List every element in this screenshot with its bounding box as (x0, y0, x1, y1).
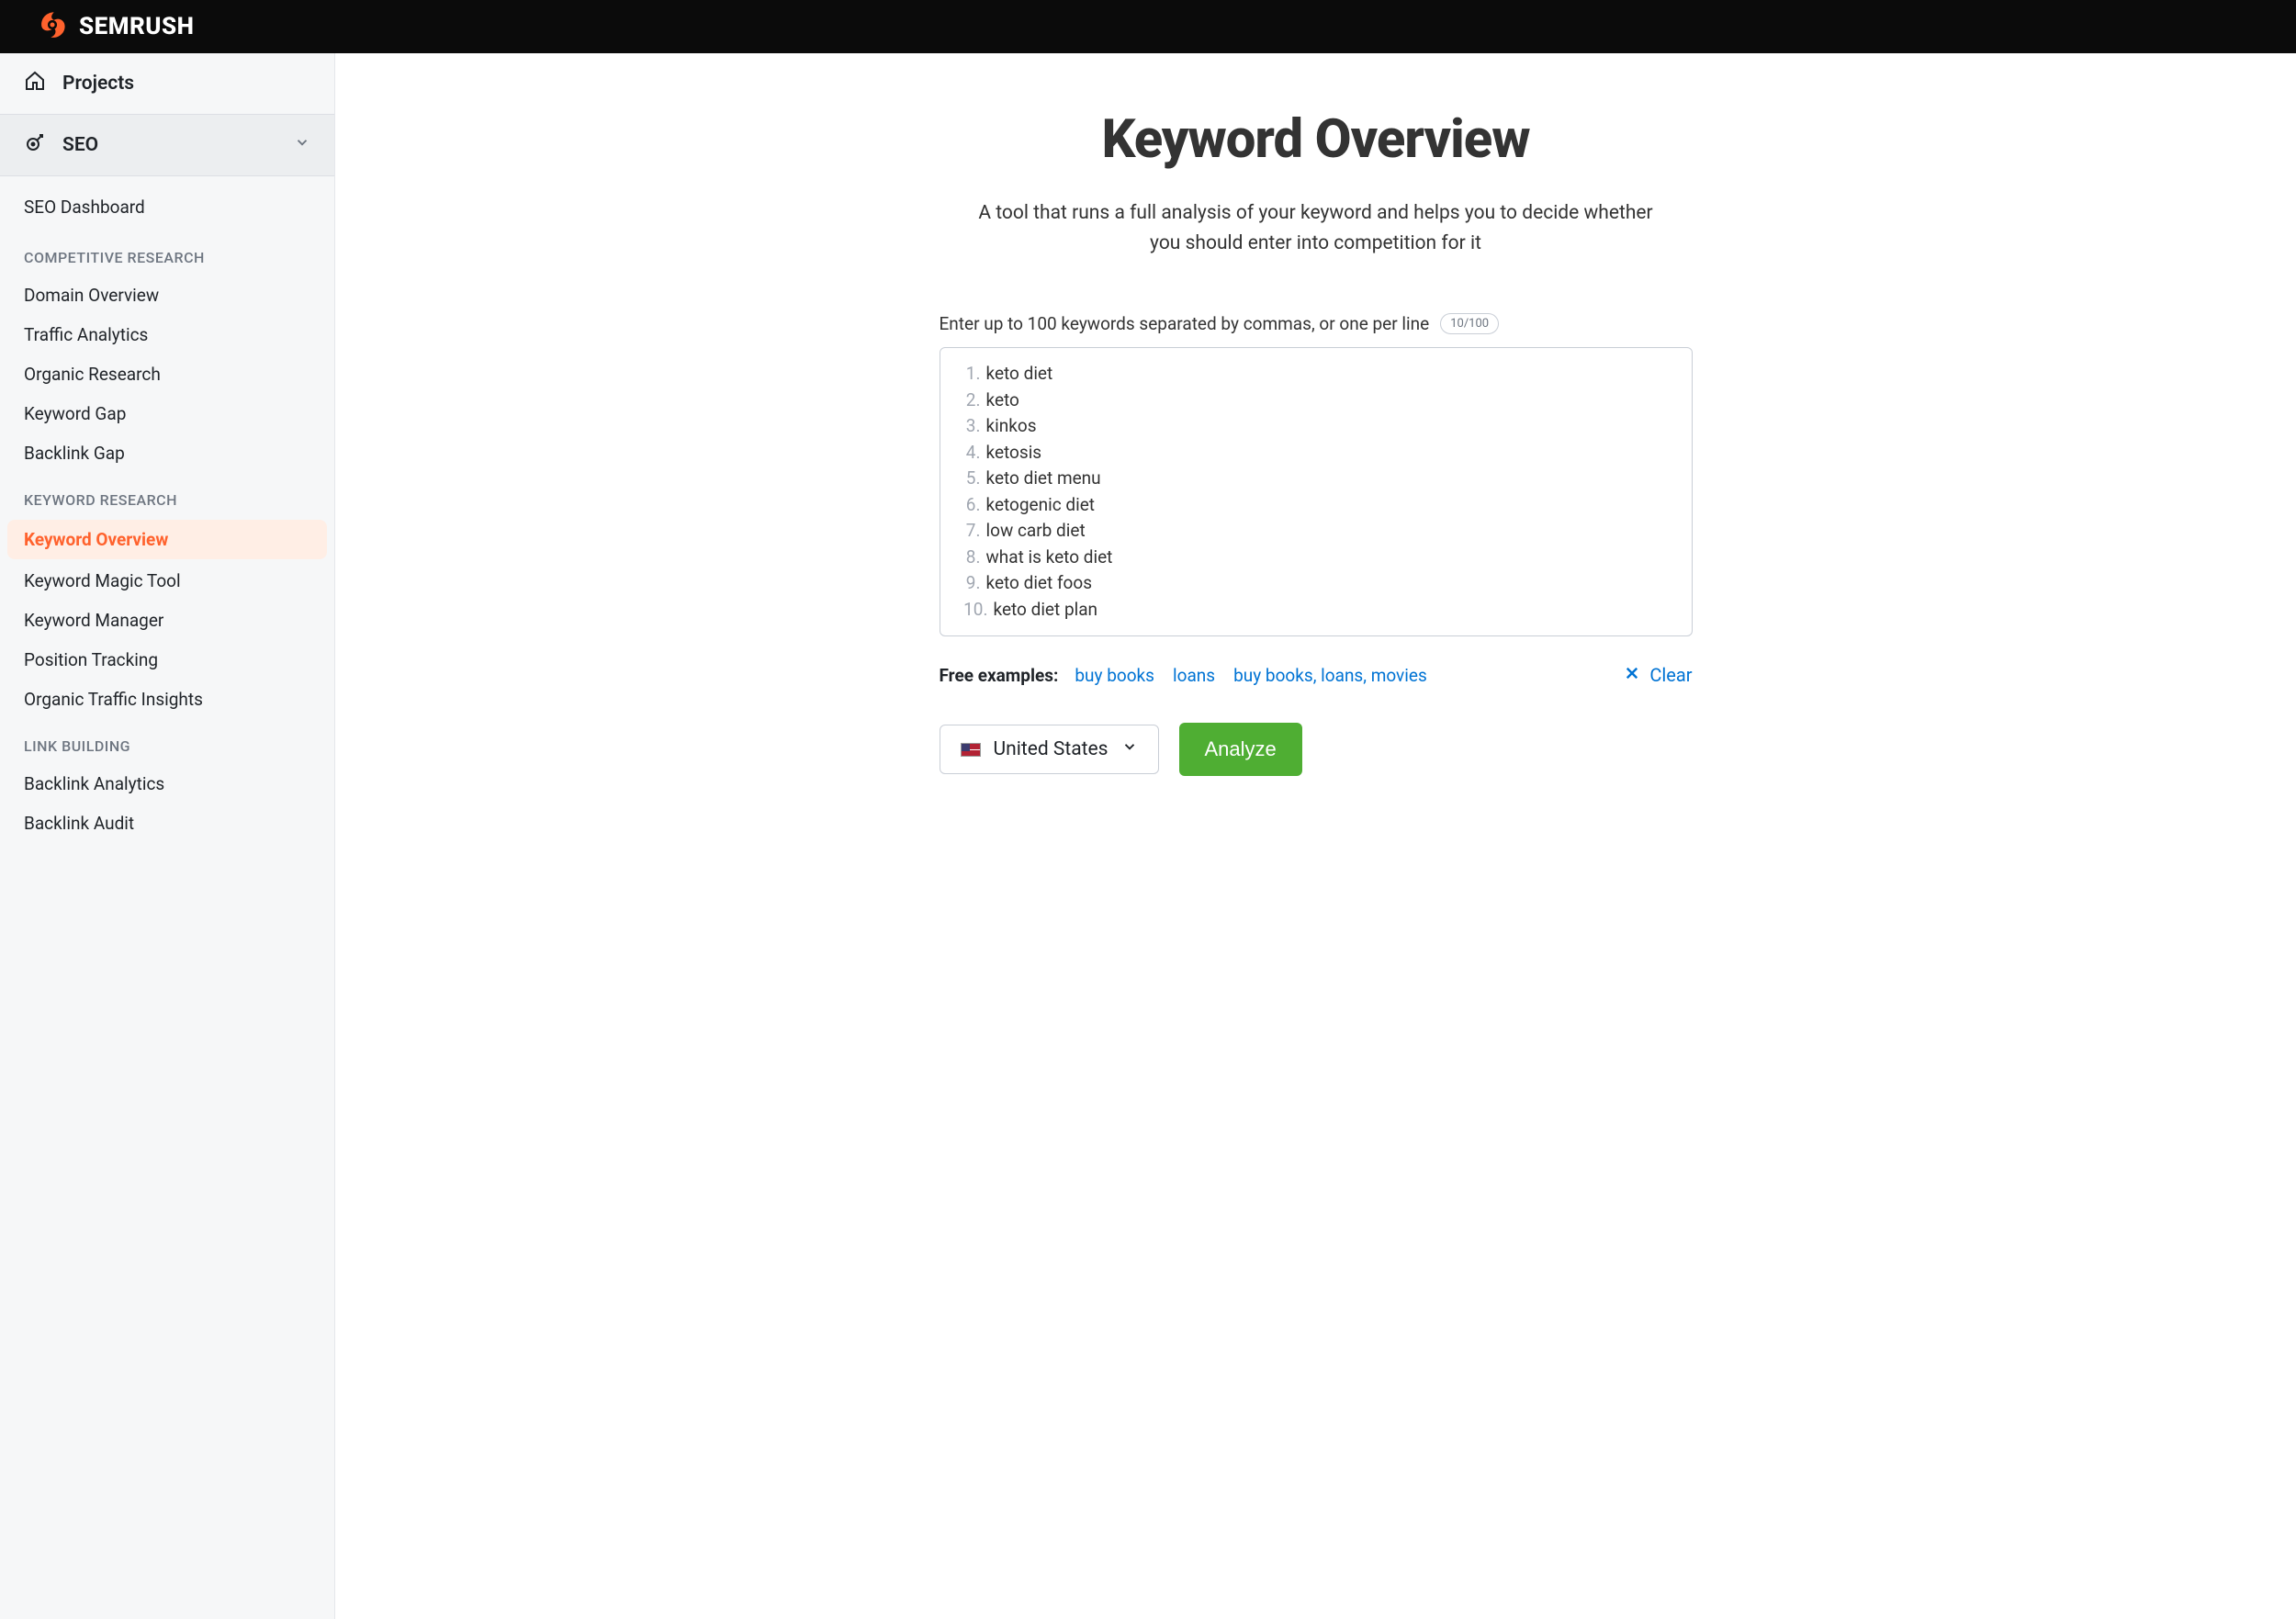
brand-name: SEMRUSH (79, 13, 194, 40)
sidebar-group-label: COMPETITIVE RESEARCH (0, 230, 334, 275)
country-label: United States (994, 738, 1109, 760)
country-select[interactable]: United States (940, 725, 1159, 774)
chevron-down-icon (294, 134, 310, 156)
flame-icon (37, 9, 68, 44)
keyword-line-number: 5. (957, 466, 981, 492)
page-title: Keyword Overview (940, 108, 1693, 171)
keyword-line-text: keto diet foos (986, 570, 1093, 597)
keyword-line: 4.ketosis (957, 440, 1675, 467)
example-link[interactable]: buy books (1075, 665, 1154, 686)
sidebar-item-position-tracking[interactable]: Position Tracking (0, 640, 334, 680)
keyword-line-number: 6. (957, 492, 981, 519)
sidebar-item-organic-traffic-insights[interactable]: Organic Traffic Insights (0, 680, 334, 719)
main-content: Keyword Overview A tool that runs a full… (335, 53, 2296, 1619)
sidebar-seo-label: SEO (62, 134, 98, 156)
sidebar-item-keyword-overview[interactable]: Keyword Overview (7, 520, 327, 559)
keyword-line-text: low carb diet (986, 518, 1086, 545)
sidebar-item-seo-dashboard[interactable]: SEO Dashboard (0, 176, 334, 230)
keyword-line-number: 8. (957, 545, 981, 571)
sidebar-item-backlink-audit[interactable]: Backlink Audit (0, 804, 334, 843)
us-flag-icon (961, 743, 981, 757)
brand-logo[interactable]: SEMRUSH (37, 9, 194, 44)
keyword-line: 2.keto (957, 388, 1675, 414)
keyword-line: 10.keto diet plan (957, 597, 1675, 624)
keyword-line-number: 9. (957, 570, 981, 597)
page-description: A tool that runs a full analysis of your… (967, 198, 1665, 258)
sidebar-item-backlink-gap[interactable]: Backlink Gap (0, 433, 334, 473)
keyword-line: 6.ketogenic diet (957, 492, 1675, 519)
keyword-line: 3.kinkos (957, 413, 1675, 440)
home-icon (24, 70, 46, 97)
sidebar-item-organic-research[interactable]: Organic Research (0, 354, 334, 394)
sidebar-projects-label: Projects (62, 73, 134, 95)
keyword-line-text: keto diet menu (986, 466, 1101, 492)
keyword-line-text: ketosis (986, 440, 1042, 467)
keyword-line-number: 1. (957, 361, 981, 388)
keyword-input-label: Enter up to 100 keywords separated by co… (940, 313, 1430, 334)
top-header: SEMRUSH (0, 0, 2296, 53)
target-icon (24, 131, 46, 159)
sidebar-item-projects[interactable]: Projects (0, 53, 334, 114)
sidebar-section-seo[interactable]: SEO (0, 114, 334, 176)
keyword-line: 5.keto diet menu (957, 466, 1675, 492)
sidebar-item-traffic-analytics[interactable]: Traffic Analytics (0, 315, 334, 354)
sidebar-item-keyword-gap[interactable]: Keyword Gap (0, 394, 334, 433)
keyword-line-text: keto diet plan (994, 597, 1098, 624)
keyword-line-text: keto (986, 388, 1019, 414)
keyword-line: 1.keto diet (957, 361, 1675, 388)
clear-button[interactable]: Clear (1624, 664, 1692, 686)
keyword-line: 9.keto diet foos (957, 570, 1675, 597)
examples-label: Free examples: (940, 665, 1059, 686)
sidebar-group-label: LINK BUILDING (0, 719, 334, 764)
keyword-line-number: 10. (957, 597, 988, 624)
keyword-input[interactable]: 1.keto diet2.keto3.kinkos4.ketosis5.keto… (940, 347, 1693, 636)
sidebar-item-backlink-analytics[interactable]: Backlink Analytics (0, 764, 334, 804)
sidebar-item-keyword-manager[interactable]: Keyword Manager (0, 601, 334, 640)
keyword-line-number: 4. (957, 440, 981, 467)
keyword-line-text: ketogenic diet (986, 492, 1096, 519)
keyword-line-text: what is keto diet (986, 545, 1113, 571)
sidebar-group-label: KEYWORD RESEARCH (0, 473, 334, 518)
keyword-line-number: 7. (957, 518, 981, 545)
close-icon (1624, 664, 1640, 686)
sidebar-item-domain-overview[interactable]: Domain Overview (0, 275, 334, 315)
sidebar-item-keyword-magic-tool[interactable]: Keyword Magic Tool (0, 561, 334, 601)
keyword-line-text: keto diet (986, 361, 1053, 388)
clear-label: Clear (1649, 664, 1692, 686)
keyword-line: 8.what is keto diet (957, 545, 1675, 571)
keyword-line-number: 2. (957, 388, 981, 414)
chevron-down-icon (1121, 738, 1138, 760)
example-link[interactable]: loans (1173, 665, 1215, 686)
keyword-count-badge: 10/100 (1440, 313, 1499, 334)
analyze-button[interactable]: Analyze (1179, 723, 1302, 776)
keyword-line-text: kinkos (986, 413, 1037, 440)
example-link[interactable]: buy books, loans, movies (1233, 665, 1427, 686)
keyword-line: 7.low carb diet (957, 518, 1675, 545)
keyword-line-number: 3. (957, 413, 981, 440)
sidebar: Projects SEO SEO Dashboard (0, 53, 335, 1619)
